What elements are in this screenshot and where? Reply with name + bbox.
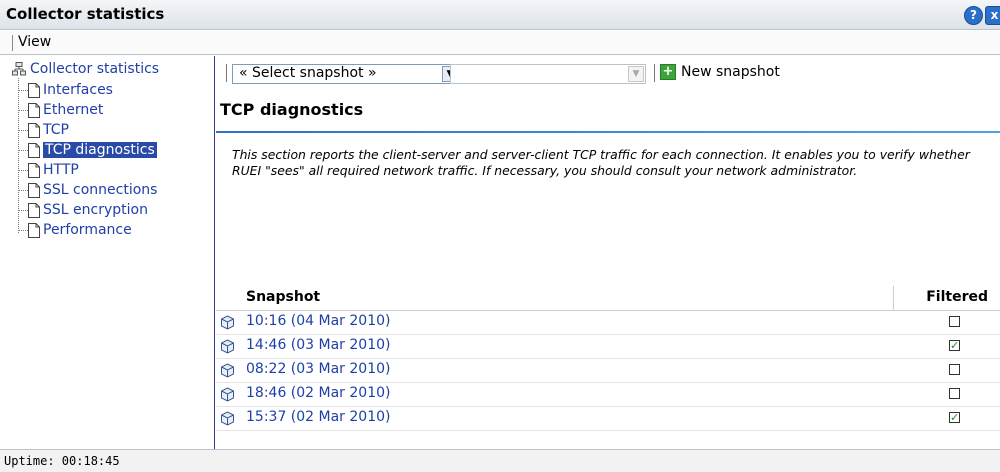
title-icons: ? x: [964, 6, 1000, 25]
sidebar-item-label: SSL connections: [43, 182, 158, 198]
table-header: Snapshot Filtered: [216, 286, 1000, 311]
snapshot-select[interactable]: « Select snapshot » ▼: [232, 64, 460, 84]
sidebar-item-interfaces[interactable]: Interfaces: [18, 80, 113, 100]
sidebar-item-http[interactable]: HTTP: [18, 160, 79, 180]
plus-icon: +: [660, 64, 676, 80]
page-icon: [28, 162, 40, 178]
sidebar-item-performance[interactable]: Performance: [18, 220, 132, 240]
page-icon: [28, 222, 40, 238]
sidebar-item-ethernet[interactable]: Ethernet: [18, 100, 103, 120]
title-bar: Collector statistics ? x: [0, 0, 1000, 30]
sidebar-item-label: HTTP: [43, 162, 79, 178]
title-divider: [216, 131, 1000, 133]
table-row: 08:22 (03 Mar 2010): [216, 359, 1000, 383]
cube-icon: [221, 411, 234, 426]
sidebar-tree: Collector statistics Interfaces Ethernet…: [0, 56, 215, 449]
page-icon: [28, 82, 40, 98]
page-icon: [28, 202, 40, 218]
new-snapshot-button[interactable]: + New snapshot: [660, 64, 780, 80]
menu-view[interactable]: View: [18, 34, 51, 50]
sidebar-item-ssl-encryption[interactable]: SSL encryption: [18, 200, 148, 220]
page-icon: [28, 142, 40, 158]
menu-bar: View: [0, 31, 1000, 55]
window-title: Collector statistics: [6, 5, 165, 23]
secondary-select[interactable]: ▼: [450, 64, 646, 84]
menu-separator: [12, 35, 13, 51]
column-header-snapshot[interactable]: Snapshot: [246, 289, 320, 305]
sidebar-item-label: SSL encryption: [43, 202, 148, 218]
filtered-checkbox[interactable]: [949, 316, 960, 327]
page-title: TCP diagnostics: [220, 100, 364, 119]
snapshot-link[interactable]: 10:16 (04 Mar 2010): [246, 313, 390, 329]
cube-icon: [221, 363, 234, 378]
filtered-checkbox[interactable]: [949, 364, 960, 375]
sidebar-item-ssl-connections[interactable]: SSL connections: [18, 180, 157, 200]
cube-icon: [221, 387, 234, 402]
cube-icon: [221, 339, 234, 354]
snapshot-table: Snapshot Filtered 10:16 (04 Mar 2010) 14…: [216, 286, 1000, 431]
new-snapshot-label: New snapshot: [681, 64, 780, 80]
sidebar-item-label: Performance: [43, 222, 132, 238]
sidebar-item-label: TCP diagnostics: [43, 142, 157, 158]
tree-network-icon: [12, 62, 26, 76]
uptime-text: Uptime: 00:18:45: [4, 454, 120, 468]
snapshot-select-value: « Select snapshot »: [239, 65, 377, 81]
snapshot-link[interactable]: 14:46 (03 Mar 2010): [246, 337, 390, 353]
status-bar: Uptime: 00:18:45: [0, 449, 1000, 472]
table-row: 10:16 (04 Mar 2010): [216, 311, 1000, 335]
filtered-checkbox[interactable]: ✓: [949, 340, 960, 351]
filtered-checkbox[interactable]: [949, 388, 960, 399]
toolbar: « Select snapshot » ▼ ▼ + New snapshot: [216, 61, 1000, 87]
sidebar-item-label: Ethernet: [43, 102, 104, 118]
page-icon: [28, 102, 40, 118]
chevron-down-icon[interactable]: ▼: [628, 66, 644, 82]
sidebar-item-tcp-diagnostics[interactable]: TCP diagnostics: [18, 140, 157, 160]
help-icon[interactable]: ?: [964, 6, 983, 25]
toolbar-grip: [226, 64, 227, 82]
close-icon[interactable]: x: [985, 6, 1000, 25]
main-content: « Select snapshot » ▼ ▼ + New snapshot T…: [216, 56, 1000, 449]
page-icon: [28, 182, 40, 198]
filtered-checkbox[interactable]: ✓: [949, 412, 960, 423]
table-row: 18:46 (02 Mar 2010): [216, 383, 1000, 407]
section-description: This section reports the client-server a…: [232, 147, 970, 178]
table-row: 14:46 (03 Mar 2010) ✓: [216, 335, 1000, 359]
cube-icon: [221, 315, 234, 330]
page-icon: [28, 122, 40, 138]
column-header-filtered[interactable]: Filtered: [926, 289, 988, 305]
sidebar-item-label: Interfaces: [43, 82, 113, 98]
tree-root-label: Collector statistics: [30, 61, 160, 77]
table-row: 15:37 (02 Mar 2010) ✓: [216, 407, 1000, 431]
tree-root[interactable]: Collector statistics: [12, 61, 159, 77]
snapshot-link[interactable]: 18:46 (02 Mar 2010): [246, 385, 390, 401]
column-divider: [893, 286, 894, 310]
toolbar-separator: [654, 64, 655, 82]
snapshot-link[interactable]: 08:22 (03 Mar 2010): [246, 361, 390, 377]
sidebar-item-tcp[interactable]: TCP: [18, 120, 69, 140]
sidebar-item-label: TCP: [43, 122, 69, 138]
snapshot-link[interactable]: 15:37 (02 Mar 2010): [246, 409, 390, 425]
